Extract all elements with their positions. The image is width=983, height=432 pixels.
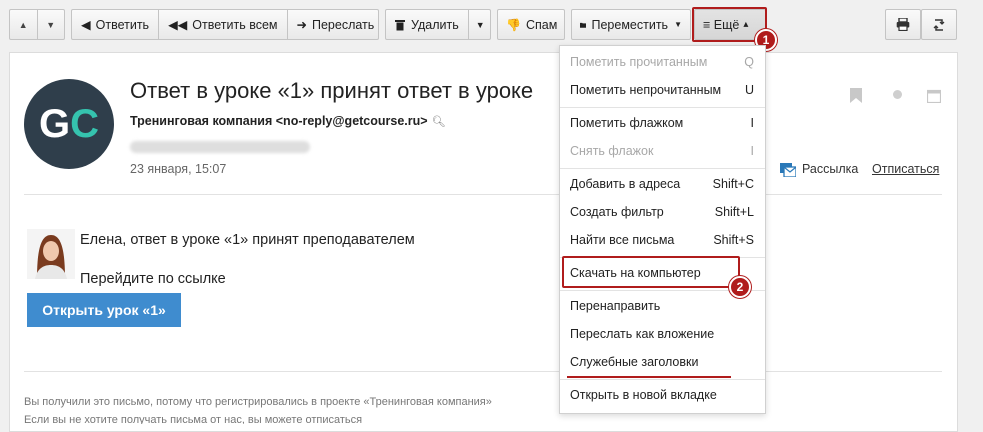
menu-item-label: Пометить прочитанным (570, 55, 708, 69)
menu-item-find-all[interactable]: Найти все письма Shift+S (570, 233, 754, 247)
menu-item-redirect[interactable]: Перенаправить (570, 299, 754, 313)
reply-icon: ◀ (81, 18, 91, 32)
reply-group: ◀ Ответить ◀◀ Ответить всем ➜ Переслать (71, 9, 379, 40)
nav-arrows-group: ▲ ▼ (9, 9, 65, 40)
printer-icon (896, 18, 910, 31)
menu-separator (560, 107, 765, 108)
menu-item-label: Переслать как вложение (570, 327, 715, 341)
avatar-letter-c: C (70, 101, 99, 146)
spam-label: Спам (525, 17, 558, 32)
menu-item-create-filter[interactable]: Создать фильтр Shift+L (570, 205, 754, 219)
menu-item-mark-unread[interactable]: Пометить непрочитанным U (570, 83, 754, 97)
menu-item-label: Снять флажок (570, 144, 654, 158)
print-button[interactable] (885, 9, 921, 40)
menu-item-shortcut: Shift+L (714, 205, 754, 219)
menu-item-label: Служебные заголовки (570, 355, 699, 369)
unread-dot-icon[interactable] (893, 90, 902, 99)
menu-item-label: Добавить в адреса (570, 177, 681, 191)
thumbs-down-icon: 👎 (506, 17, 521, 32)
footer-notice: Вы получили это письмо, потому что регис… (24, 396, 492, 408)
search-icon[interactable]: 🔍︎ (432, 116, 446, 128)
teacher-photo (27, 229, 75, 279)
menu-item-shortcut: Shift+S (713, 233, 754, 247)
calendar-icon[interactable] (927, 89, 941, 103)
header-divider (24, 194, 942, 195)
follow-link-text: Перейдите по ссылке (80, 271, 226, 287)
message-date: 23 января, 15:07 (130, 162, 227, 176)
next-message-button[interactable]: ▼ (36, 10, 65, 39)
more-label: ≡ Ещё (703, 17, 740, 32)
menu-separator (560, 379, 765, 380)
forward-icon: ➜ (296, 18, 307, 32)
reply-all-icon: ◀◀ (168, 18, 188, 32)
avatar-letter-g: G (38, 101, 71, 146)
sender-address[interactable]: Тренинговая компания <no-reply@getcourse… (130, 114, 428, 128)
delete-button[interactable]: Удалить (386, 10, 468, 39)
more-menu: Пометить прочитанным Q Пометить непрочита… (559, 45, 766, 414)
reply-label: Ответить (95, 17, 150, 32)
menu-separator (560, 168, 765, 169)
triangle-up-icon: ▲ (18, 19, 28, 30)
reply-button[interactable]: ◀ Ответить (72, 10, 158, 39)
unsubscribe-link[interactable]: Отписаться (872, 162, 939, 176)
move-button[interactable]: Переместить ▼ (571, 9, 691, 40)
chevron-up-icon: ▴ (743, 19, 749, 30)
reply-all-button[interactable]: ◀◀ Ответить всем (158, 10, 286, 39)
mailing-label: Рассылка (802, 162, 859, 176)
footer-line-2: Если вы не хотите получать письма от нас… (24, 414, 363, 424)
menu-item-label: Найти все письма (570, 233, 675, 247)
menu-item-label: Открыть в новой вкладке (570, 388, 717, 402)
delete-group: Удалить ▼ (385, 9, 491, 40)
menu-item-label: Пометить флажком (570, 116, 684, 130)
sender-line[interactable]: Тренинговая компания <no-reply@getcourse… (130, 114, 446, 128)
trash-icon (395, 19, 405, 30)
bookmark-icon[interactable] (850, 88, 862, 103)
menu-item-shortcut: Shift+C (712, 177, 754, 191)
refresh-icon (933, 18, 945, 31)
greeting-text: Елена, ответ в уроке «1» принят преподав… (80, 232, 415, 248)
triangle-down-icon: ▼ (46, 19, 56, 30)
menu-item-shortcut: I (750, 116, 754, 130)
menu-item-add-address[interactable]: Добавить в адреса Shift+C (570, 177, 754, 191)
menu-item-shortcut: Q (744, 55, 754, 69)
menu-item-label: Скачать на компьютер (570, 266, 701, 280)
mailing-list-icon (780, 163, 796, 177)
delete-label: Удалить (411, 17, 459, 32)
prev-message-button[interactable]: ▲ (10, 10, 37, 39)
menu-item-open-new-tab[interactable]: Открыть в новой вкладке (570, 388, 754, 402)
headers-underline (567, 376, 731, 378)
forward-button[interactable]: ➜ Переслать (286, 10, 379, 39)
open-lesson-button[interactable]: Открыть урок «1» (27, 293, 181, 327)
menu-item-flag[interactable]: Пометить флажком I (570, 116, 754, 130)
menu-separator (560, 257, 765, 258)
refresh-button[interactable] (921, 9, 957, 40)
folder-icon (580, 22, 587, 28)
menu-item-unflag[interactable]: Снять флажок I (570, 144, 754, 158)
menu-item-mark-read[interactable]: Пометить прочитанным Q (570, 55, 754, 69)
menu-item-shortcut: U (744, 83, 754, 97)
message-subject: Ответ в уроке «1» принят ответ в уроке (130, 78, 534, 103)
menu-item-download[interactable]: Скачать на компьютер (570, 266, 754, 280)
forward-label: Переслать (311, 17, 375, 32)
sender-avatar: GC (24, 79, 114, 169)
reply-all-label: Ответить всем (192, 17, 278, 32)
delete-options-button[interactable]: ▼ (467, 10, 490, 39)
callout-badge-2: 2 (729, 276, 751, 298)
menu-item-headers[interactable]: Служебные заголовки (570, 355, 754, 369)
menu-item-label: Перенаправить (570, 299, 661, 313)
move-label: Переместить (591, 17, 669, 32)
recipient-blurred (130, 141, 310, 153)
spam-button[interactable]: 👎 Спам (497, 9, 565, 40)
footer-unsubscribe-notice: Если вы не хотите получать письма от нас… (24, 414, 384, 424)
menu-item-label: Пометить непрочитанным (570, 83, 722, 97)
menu-item-shortcut: I (750, 144, 754, 158)
menu-item-forward-attachment[interactable]: Переслать как вложение (570, 327, 754, 341)
chevron-down-icon: ▼ (475, 19, 485, 30)
footer-divider (24, 371, 942, 372)
menu-item-label: Создать фильтр (570, 205, 664, 219)
chevron-down-icon: ▼ (674, 20, 682, 29)
